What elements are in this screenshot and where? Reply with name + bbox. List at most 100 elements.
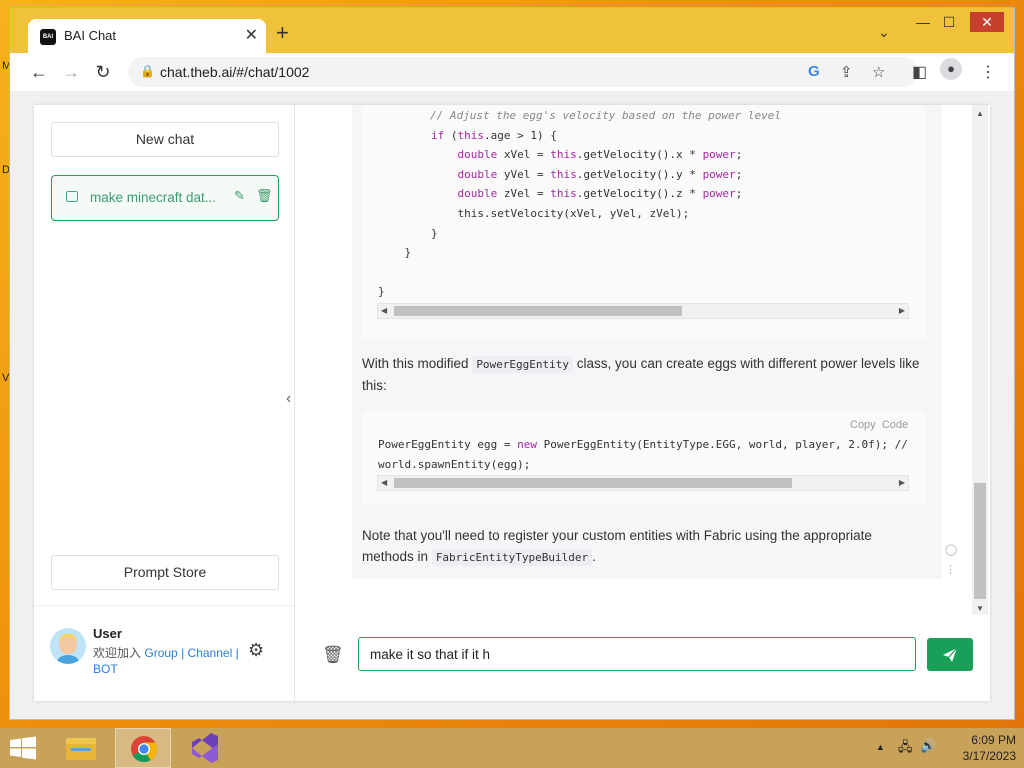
vertical-scrollbar[interactable]: ▲ ▼: [972, 105, 988, 615]
clock-time: 6:09 PM: [971, 733, 1016, 747]
code-block: Copy Code PowerEggEntity egg = new Power…: [362, 411, 926, 505]
windows-start-icon[interactable]: [8, 736, 38, 760]
browser-window: BAI BAI Chat ✕ + ⌄ — ☐ ✕ ← → ↻ 🔒 chat.th…: [10, 8, 1014, 719]
network-icon[interactable]: 🖧: [898, 738, 913, 760]
desktop-icon-label: V: [2, 372, 10, 384]
scroll-up-arrow-icon[interactable]: ▲: [976, 109, 984, 118]
file-explorer-icon[interactable]: [53, 728, 109, 768]
chat-app: New chat make minecraft dat... ✎ 🗑 Promp…: [34, 105, 990, 701]
separator: |: [181, 646, 185, 660]
scrollbar-thumb[interactable]: [974, 483, 986, 599]
show-hidden-icons-icon[interactable]: ▲: [876, 742, 885, 752]
code-line: this.setVelocity(xVel, yVel, zVel);: [378, 206, 690, 220]
message-more-icon[interactable]: ⋮: [945, 563, 956, 576]
sidebar: New chat make minecraft dat... ✎ 🗑 Promp…: [34, 105, 295, 701]
clear-chat-trash-icon[interactable]: 🗑: [322, 645, 344, 665]
new-tab-button[interactable]: +: [276, 22, 289, 44]
window-close-button[interactable]: ✕: [970, 12, 1004, 32]
scroll-left-arrow-icon[interactable]: ◀: [381, 476, 387, 490]
scrollbar-thumb[interactable]: [394, 478, 792, 488]
separator: |: [235, 646, 239, 660]
chrome-icon[interactable]: [115, 728, 171, 768]
chat-item-title: make minecraft dat...: [90, 190, 217, 205]
menu-kebab-icon[interactable]: ⋮: [980, 62, 996, 82]
tab-title: BAI Chat: [64, 28, 117, 43]
lock-icon: 🔒: [140, 64, 155, 78]
collapse-sidebar-chevron-icon[interactable]: ‹: [286, 390, 291, 408]
browser-tab[interactable]: BAI BAI Chat ✕: [28, 19, 266, 53]
user-name: User: [93, 626, 122, 641]
code-line: }: [378, 226, 438, 240]
scroll-down-arrow-icon[interactable]: ▼: [976, 604, 984, 613]
site-favicon-icon: BAI: [40, 29, 56, 45]
tab-strip: BAI BAI Chat ✕ + ⌄ — ☐ ✕: [10, 8, 1014, 53]
code-block: // Adjust the egg's velocity based on th…: [362, 105, 926, 339]
code-line: PowerEggEntity egg = new PowerEggEntity(…: [378, 438, 910, 451]
reload-icon[interactable]: ↻: [90, 59, 116, 85]
back-arrow-icon[interactable]: ←: [26, 59, 52, 85]
paragraph-text: .: [592, 549, 596, 564]
message-status-circle-icon: ◯: [945, 544, 958, 556]
visual-studio-icon[interactable]: [177, 728, 233, 768]
scroll-left-arrow-icon[interactable]: ◀: [381, 304, 387, 318]
address-bar[interactable]: 🔒 chat.theb.ai/#/chat/1002 G ⇪ ☆: [128, 57, 918, 87]
new-chat-button[interactable]: New chat: [51, 122, 279, 157]
gear-icon[interactable]: ⚙: [248, 640, 264, 661]
google-translate-icon[interactable]: G: [808, 63, 820, 80]
assistant-message: // Adjust the egg's velocity based on th…: [352, 105, 942, 579]
clock-date: 3/17/2023: [962, 749, 1016, 763]
taskbar: ▲ 🖧 🔊 6:09 PM 3/17/2023: [0, 728, 1024, 768]
message-input[interactable]: make it so that if it h: [358, 637, 916, 671]
code-line: double xVel = this.getVelocity().x * pow…: [457, 148, 743, 162]
forward-arrow-icon[interactable]: →: [58, 59, 84, 85]
side-panel-icon[interactable]: ◧: [912, 62, 927, 82]
code-content: // Adjust the egg's velocity based on th…: [378, 106, 781, 302]
delete-trash-icon[interactable]: 🗑: [256, 188, 273, 204]
inline-code: FabricEntityTypeBuilder: [431, 549, 593, 566]
code-line: }: [378, 246, 412, 260]
maximize-button[interactable]: ☐: [938, 14, 960, 31]
avatar: [50, 628, 86, 664]
tab-search-chevron-icon[interactable]: ⌄: [878, 24, 890, 41]
browser-toolbar: ← → ↻ 🔒 chat.theb.ai/#/chat/1002 G ⇪ ☆ ◧…: [10, 53, 1014, 91]
bookmark-star-icon[interactable]: ☆: [872, 63, 885, 81]
scrollbar-thumb[interactable]: [394, 306, 682, 316]
code-label: Code: [881, 419, 909, 431]
close-tab-icon[interactable]: ✕: [245, 25, 258, 45]
welcome-text: 欢迎加入: [93, 646, 142, 660]
horizontal-scrollbar[interactable]: ◀ ▶: [377, 475, 909, 491]
prompt-store-button[interactable]: Prompt Store: [51, 555, 279, 590]
horizontal-scrollbar[interactable]: ◀ ▶: [377, 303, 909, 319]
volume-icon[interactable]: 🔊: [920, 738, 936, 754]
profile-avatar-icon[interactable]: ●: [940, 58, 962, 80]
copy-code-button[interactable]: Copy Code: [850, 419, 908, 431]
code-comment: // Adjust the egg's velocity based on th…: [430, 109, 781, 122]
minimize-button[interactable]: —: [912, 14, 934, 30]
message-paragraph: With this modified PowerEggEntity class,…: [362, 353, 922, 396]
message-paragraph: Note that you'll need to register your c…: [362, 525, 922, 568]
user-panel: User 欢迎加入 Group | Channel | BOT ⚙: [34, 605, 294, 702]
system-clock[interactable]: 6:09 PM 3/17/2023: [944, 732, 1016, 764]
code-line: world.spawnEntity(egg);: [378, 457, 531, 471]
paragraph-text: With this modified: [362, 356, 469, 371]
code-line: double yVel = this.getVelocity().y * pow…: [457, 167, 743, 181]
inline-code: PowerEggEntity: [472, 356, 574, 373]
scroll-right-arrow-icon[interactable]: ▶: [899, 476, 905, 490]
chat-history-item[interactable]: make minecraft dat... ✎ 🗑: [51, 175, 279, 221]
web-page: New chat make minecraft dat... ✎ 🗑 Promp…: [10, 91, 1014, 719]
edit-pencil-icon[interactable]: ✎: [234, 188, 245, 204]
group-link[interactable]: Group: [144, 646, 177, 660]
bot-link[interactable]: BOT: [93, 662, 118, 676]
user-welcome: 欢迎加入 Group | Channel | BOT: [93, 645, 243, 677]
desktop-icon-label: D: [2, 164, 10, 176]
send-button[interactable]: [927, 638, 973, 671]
code-content: PowerEggEntity egg = new PowerEggEntity(…: [378, 435, 910, 474]
url-text[interactable]: chat.theb.ai/#/chat/1002: [160, 64, 309, 80]
code-line: }: [378, 285, 385, 299]
copy-label: Copy: [850, 419, 876, 431]
code-line: if (this.age > 1) {: [430, 128, 557, 142]
code-line: double zVel = this.getVelocity().z * pow…: [457, 187, 743, 201]
share-icon[interactable]: ⇪: [840, 63, 853, 81]
channel-link[interactable]: Channel: [188, 646, 233, 660]
scroll-right-arrow-icon[interactable]: ▶: [899, 304, 905, 318]
